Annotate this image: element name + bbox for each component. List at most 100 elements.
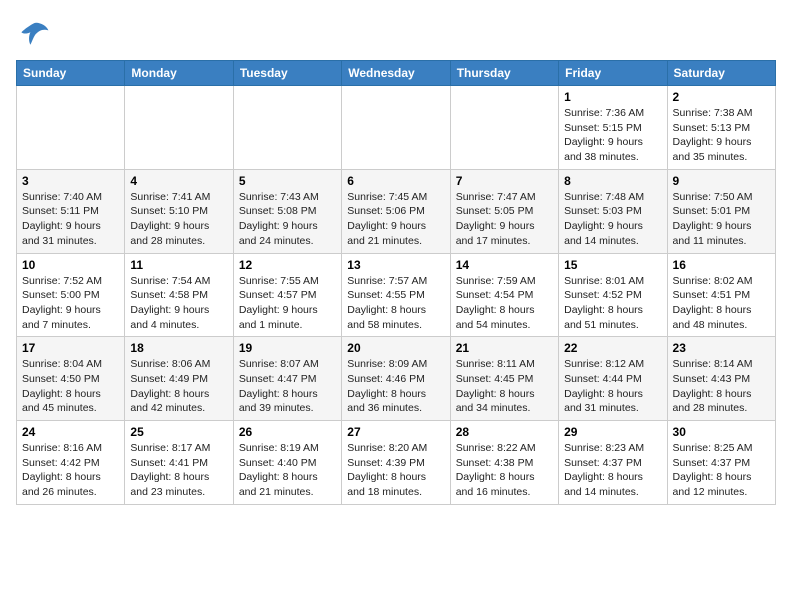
- day-info: Sunrise: 8:16 AM Sunset: 4:42 PM Dayligh…: [22, 441, 119, 500]
- day-info: Sunrise: 7:48 AM Sunset: 5:03 PM Dayligh…: [564, 190, 661, 249]
- day-number: 4: [130, 174, 227, 188]
- calendar-header-row: SundayMondayTuesdayWednesdayThursdayFrid…: [17, 61, 776, 86]
- day-info: Sunrise: 7:47 AM Sunset: 5:05 PM Dayligh…: [456, 190, 553, 249]
- weekday-header: Sunday: [17, 61, 125, 86]
- day-info: Sunrise: 8:25 AM Sunset: 4:37 PM Dayligh…: [673, 441, 770, 500]
- day-number: 25: [130, 425, 227, 439]
- day-number: 14: [456, 258, 553, 272]
- calendar-week-row: 24 Sunrise: 8:16 AM Sunset: 4:42 PM Dayli…: [17, 421, 776, 505]
- calendar-cell: 10 Sunrise: 7:52 AM Sunset: 5:00 PM Dayli…: [17, 253, 125, 337]
- calendar-cell: 17 Sunrise: 8:04 AM Sunset: 4:50 PM Dayli…: [17, 337, 125, 421]
- calendar-cell: [342, 86, 450, 170]
- calendar-cell: 1 Sunrise: 7:36 AM Sunset: 5:15 PM Daylig…: [559, 86, 667, 170]
- weekday-header: Monday: [125, 61, 233, 86]
- day-number: 20: [347, 341, 444, 355]
- calendar-cell: 21 Sunrise: 8:11 AM Sunset: 4:45 PM Dayli…: [450, 337, 558, 421]
- day-info: Sunrise: 8:23 AM Sunset: 4:37 PM Dayligh…: [564, 441, 661, 500]
- day-number: 24: [22, 425, 119, 439]
- calendar-cell: 16Sunrise: 8:02 AM Sunset: 4:51 PM Dayli…: [667, 253, 775, 337]
- calendar-cell: [17, 86, 125, 170]
- day-number: 27: [347, 425, 444, 439]
- day-info: Sunrise: 8:06 AM Sunset: 4:49 PM Dayligh…: [130, 357, 227, 416]
- day-info: Sunrise: 7:41 AM Sunset: 5:10 PM Dayligh…: [130, 190, 227, 249]
- calendar-cell: 20 Sunrise: 8:09 AM Sunset: 4:46 PM Dayli…: [342, 337, 450, 421]
- day-info: Sunrise: 7:36 AM Sunset: 5:15 PM Dayligh…: [564, 106, 661, 165]
- calendar-cell: 24 Sunrise: 8:16 AM Sunset: 4:42 PM Dayli…: [17, 421, 125, 505]
- day-number: 5: [239, 174, 336, 188]
- day-number: 15: [564, 258, 661, 272]
- day-info: Sunrise: 8:01 AM Sunset: 4:52 PM Dayligh…: [564, 274, 661, 333]
- calendar-cell: 28 Sunrise: 8:22 AM Sunset: 4:38 PM Dayli…: [450, 421, 558, 505]
- day-number: 21: [456, 341, 553, 355]
- day-number: 11: [130, 258, 227, 272]
- day-number: 12: [239, 258, 336, 272]
- day-number: 10: [22, 258, 119, 272]
- day-info: Sunrise: 8:14 AM Sunset: 4:43 PM Dayligh…: [673, 357, 770, 416]
- day-info: Sunrise: 8:22 AM Sunset: 4:38 PM Dayligh…: [456, 441, 553, 500]
- day-number: 2: [673, 90, 770, 104]
- calendar-cell: 26 Sunrise: 8:19 AM Sunset: 4:40 PM Dayli…: [233, 421, 341, 505]
- day-number: 7: [456, 174, 553, 188]
- day-number: 18: [130, 341, 227, 355]
- weekday-header: Saturday: [667, 61, 775, 86]
- calendar-cell: 11 Sunrise: 7:54 AM Sunset: 4:58 PM Dayli…: [125, 253, 233, 337]
- logo: [16, 16, 56, 52]
- calendar-cell: [233, 86, 341, 170]
- day-info: Sunrise: 7:54 AM Sunset: 4:58 PM Dayligh…: [130, 274, 227, 333]
- calendar-cell: 3 Sunrise: 7:40 AM Sunset: 5:11 PM Daylig…: [17, 169, 125, 253]
- day-info: Sunrise: 7:55 AM Sunset: 4:57 PM Dayligh…: [239, 274, 336, 333]
- day-info: Sunrise: 8:11 AM Sunset: 4:45 PM Dayligh…: [456, 357, 553, 416]
- page-header: [16, 16, 776, 52]
- day-info: Sunrise: 7:40 AM Sunset: 5:11 PM Dayligh…: [22, 190, 119, 249]
- calendar-cell: 30 Sunrise: 8:25 AM Sunset: 4:37 PM Dayli…: [667, 421, 775, 505]
- day-info: Sunrise: 8:07 AM Sunset: 4:47 PM Dayligh…: [239, 357, 336, 416]
- calendar-cell: 19 Sunrise: 8:07 AM Sunset: 4:47 PM Dayli…: [233, 337, 341, 421]
- day-number: 17: [22, 341, 119, 355]
- day-number: 28: [456, 425, 553, 439]
- calendar-cell: 14 Sunrise: 7:59 AM Sunset: 4:54 PM Dayli…: [450, 253, 558, 337]
- day-info: Sunrise: 8:02 AM Sunset: 4:51 PM Dayligh…: [673, 274, 770, 333]
- weekday-header: Friday: [559, 61, 667, 86]
- calendar-cell: 9 Sunrise: 7:50 AM Sunset: 5:01 PM Daylig…: [667, 169, 775, 253]
- calendar-week-row: 17 Sunrise: 8:04 AM Sunset: 4:50 PM Dayli…: [17, 337, 776, 421]
- day-number: 13: [347, 258, 444, 272]
- calendar-cell: 27 Sunrise: 8:20 AM Sunset: 4:39 PM Dayli…: [342, 421, 450, 505]
- calendar-cell: 29 Sunrise: 8:23 AM Sunset: 4:37 PM Dayli…: [559, 421, 667, 505]
- calendar-cell: 5 Sunrise: 7:43 AM Sunset: 5:08 PM Daylig…: [233, 169, 341, 253]
- weekday-header: Tuesday: [233, 61, 341, 86]
- calendar-cell: 18 Sunrise: 8:06 AM Sunset: 4:49 PM Dayli…: [125, 337, 233, 421]
- weekday-header: Wednesday: [342, 61, 450, 86]
- day-number: 26: [239, 425, 336, 439]
- calendar-table: SundayMondayTuesdayWednesdayThursdayFrid…: [16, 60, 776, 505]
- day-info: Sunrise: 7:50 AM Sunset: 5:01 PM Dayligh…: [673, 190, 770, 249]
- calendar-cell: 7 Sunrise: 7:47 AM Sunset: 5:05 PM Daylig…: [450, 169, 558, 253]
- day-number: 29: [564, 425, 661, 439]
- day-info: Sunrise: 7:59 AM Sunset: 4:54 PM Dayligh…: [456, 274, 553, 333]
- calendar-week-row: 1 Sunrise: 7:36 AM Sunset: 5:15 PM Daylig…: [17, 86, 776, 170]
- day-info: Sunrise: 7:43 AM Sunset: 5:08 PM Dayligh…: [239, 190, 336, 249]
- calendar-cell: 12 Sunrise: 7:55 AM Sunset: 4:57 PM Dayli…: [233, 253, 341, 337]
- day-info: Sunrise: 8:17 AM Sunset: 4:41 PM Dayligh…: [130, 441, 227, 500]
- day-info: Sunrise: 8:04 AM Sunset: 4:50 PM Dayligh…: [22, 357, 119, 416]
- calendar-cell: 23Sunrise: 8:14 AM Sunset: 4:43 PM Dayli…: [667, 337, 775, 421]
- day-info: Sunrise: 7:45 AM Sunset: 5:06 PM Dayligh…: [347, 190, 444, 249]
- day-number: 8: [564, 174, 661, 188]
- logo-icon: [16, 16, 52, 52]
- day-info: Sunrise: 7:52 AM Sunset: 5:00 PM Dayligh…: [22, 274, 119, 333]
- calendar-cell: 22Sunrise: 8:12 AM Sunset: 4:44 PM Dayli…: [559, 337, 667, 421]
- day-number: 1: [564, 90, 661, 104]
- day-info: Sunrise: 7:57 AM Sunset: 4:55 PM Dayligh…: [347, 274, 444, 333]
- day-info: Sunrise: 8:20 AM Sunset: 4:39 PM Dayligh…: [347, 441, 444, 500]
- calendar-cell: 8 Sunrise: 7:48 AM Sunset: 5:03 PM Daylig…: [559, 169, 667, 253]
- calendar-cell: 15 Sunrise: 8:01 AM Sunset: 4:52 PM Dayli…: [559, 253, 667, 337]
- day-number: 19: [239, 341, 336, 355]
- day-number: 6: [347, 174, 444, 188]
- day-info: Sunrise: 7:38 AM Sunset: 5:13 PM Dayligh…: [673, 106, 770, 165]
- day-number: 3: [22, 174, 119, 188]
- calendar-cell: [125, 86, 233, 170]
- day-info: Sunrise: 8:19 AM Sunset: 4:40 PM Dayligh…: [239, 441, 336, 500]
- day-info: Sunrise: 8:09 AM Sunset: 4:46 PM Dayligh…: [347, 357, 444, 416]
- day-number: 9: [673, 174, 770, 188]
- day-number: 30: [673, 425, 770, 439]
- day-info: Sunrise: 8:12 AM Sunset: 4:44 PM Dayligh…: [564, 357, 661, 416]
